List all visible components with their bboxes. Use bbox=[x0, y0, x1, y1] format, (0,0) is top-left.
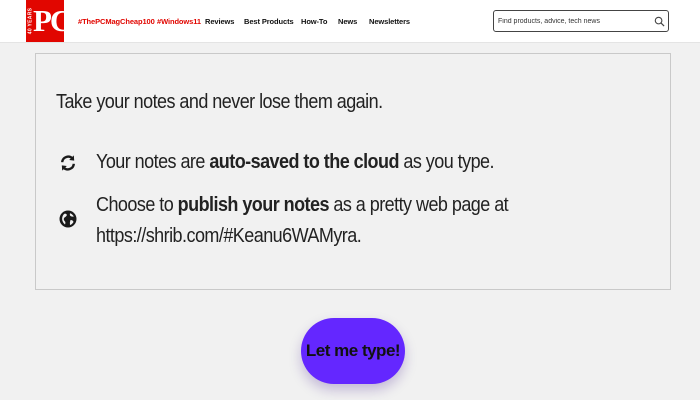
nav-link-best-products[interactable]: Best Products bbox=[244, 17, 294, 26]
search-box bbox=[493, 10, 669, 32]
publish-url: https://shrib.com/#Keanu6WAMyra. bbox=[96, 225, 362, 247]
globe-icon bbox=[59, 210, 77, 228]
search-icon[interactable] bbox=[654, 16, 665, 27]
feature-autosave-highlight: auto-saved to the cloud bbox=[209, 151, 399, 173]
search-input[interactable] bbox=[498, 11, 648, 31]
notes-info-card: Take your notes and never lose them agai… bbox=[35, 53, 671, 290]
intro-text: Take your notes and never lose them agai… bbox=[56, 91, 383, 113]
feature-publish-text: Choose to publish your notes as a pretty… bbox=[96, 194, 509, 216]
nav-link-newsletters[interactable]: Newsletters bbox=[369, 17, 410, 26]
nav-link-cheap100[interactable]: #ThePCMagCheap100 bbox=[78, 17, 155, 26]
nav-link-news[interactable]: News bbox=[338, 17, 357, 26]
nav-link-how-to[interactable]: How-To bbox=[301, 17, 327, 26]
let-me-type-button[interactable]: Let me type! bbox=[301, 318, 405, 384]
site-header: 40 YEARS PC #ThePCMagCheap100 #Windows11… bbox=[0, 0, 700, 43]
sync-icon bbox=[61, 155, 75, 171]
logo-mark: PC bbox=[33, 3, 64, 38]
nav-link-windows11[interactable]: #Windows11 bbox=[157, 17, 201, 26]
feature-autosave-text: Your notes are auto-saved to the cloud a… bbox=[96, 151, 495, 173]
nav-link-reviews[interactable]: Reviews bbox=[205, 17, 234, 26]
pcmag-logo[interactable]: 40 YEARS PC bbox=[26, 0, 64, 42]
feature-publish-highlight: publish your notes bbox=[177, 194, 330, 216]
